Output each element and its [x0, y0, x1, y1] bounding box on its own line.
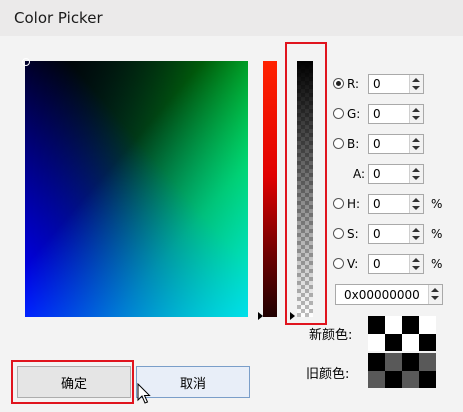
spinbox-v-value[interactable]: 0 [373, 257, 381, 271]
up-arrow-icon[interactable] [412, 228, 420, 232]
title-bar: Color Picker [0, 0, 463, 37]
checker-cell [368, 370, 385, 388]
ok-button-highlight [11, 360, 134, 404]
spinbox-h-value[interactable]: 0 [373, 197, 381, 211]
spinbox-v-arrows[interactable] [409, 255, 423, 273]
checker-cell [419, 353, 436, 371]
spinbox-r-value[interactable]: 0 [373, 77, 381, 91]
cancel-button-label: 取消 [179, 376, 206, 392]
checker-cell [419, 333, 436, 351]
spinbox-v[interactable]: 0 [368, 254, 424, 274]
channel-label-b: B: [347, 137, 360, 151]
spinbox-s-arrows[interactable] [409, 225, 423, 243]
hex-input-value[interactable]: 0x00000000 [344, 288, 420, 302]
checker-cell [402, 370, 419, 388]
hex-input-arrows[interactable] [428, 285, 442, 304]
up-arrow-icon[interactable] [412, 198, 420, 202]
spinbox-b-value[interactable]: 0 [373, 137, 381, 151]
unit-label-h: % [431, 197, 443, 211]
unit-label-s: % [431, 227, 443, 241]
spinbox-s-value[interactable]: 0 [373, 227, 381, 241]
alpha-slider-highlight [285, 42, 327, 325]
channel-row-v: V: 0 % [333, 254, 448, 275]
down-arrow-icon[interactable] [412, 266, 420, 270]
channel-row-r: R: 0 [333, 74, 448, 95]
radio-h[interactable] [333, 198, 344, 209]
channel-label-h: H: [347, 197, 361, 211]
window-title: Color Picker [14, 9, 103, 27]
up-arrow-icon[interactable] [412, 108, 420, 112]
down-arrow-icon[interactable] [412, 146, 420, 150]
channel-label-s: S: [347, 227, 359, 241]
hex-input[interactable]: 0x00000000 [335, 284, 443, 305]
spinbox-g-value[interactable]: 0 [373, 107, 381, 121]
new-color-label: 新颜色: [309, 328, 353, 343]
spinbox-h-arrows[interactable] [409, 195, 423, 213]
arrow-cursor-icon [137, 383, 151, 404]
up-arrow-icon[interactable] [412, 258, 420, 262]
hue-slider[interactable] [263, 61, 277, 317]
channel-label-a: A: [353, 167, 366, 181]
channel-label-g: G: [347, 107, 361, 121]
old-color-swatch [368, 353, 436, 388]
checker-cell [385, 353, 402, 371]
up-arrow-icon[interactable] [431, 288, 439, 292]
down-arrow-icon[interactable] [431, 296, 439, 300]
spinbox-s[interactable]: 0 [368, 224, 424, 244]
channel-row-s: S: 0 % [333, 224, 448, 245]
checker-cell [402, 316, 419, 334]
spinbox-a[interactable]: 0 [368, 164, 424, 184]
radio-g[interactable] [333, 108, 344, 119]
sv-gradient-highlight [25, 61, 248, 317]
spinbox-g-arrows[interactable] [409, 105, 423, 123]
down-arrow-icon[interactable] [412, 206, 420, 210]
channel-label-r: R: [347, 77, 360, 91]
down-arrow-icon[interactable] [412, 116, 420, 120]
unit-label-v: % [431, 257, 443, 271]
old-color-label: 旧颜色: [306, 367, 350, 382]
channel-row-g: G: 0 [333, 104, 448, 125]
channel-row-h: H: 0 % [333, 194, 448, 215]
spinbox-b[interactable]: 0 [368, 134, 424, 154]
checker-cell [368, 316, 385, 334]
spinbox-a-value[interactable]: 0 [373, 167, 381, 181]
down-arrow-icon[interactable] [412, 236, 420, 240]
up-arrow-icon[interactable] [412, 78, 420, 82]
spinbox-r[interactable]: 0 [368, 74, 424, 94]
spinbox-b-arrows[interactable] [409, 135, 423, 153]
channel-label-v: V: [347, 257, 359, 271]
radio-v[interactable] [333, 258, 344, 269]
radio-b[interactable] [333, 138, 344, 149]
spinbox-g[interactable]: 0 [368, 104, 424, 124]
new-color-swatch [368, 316, 436, 351]
checker-cell [385, 333, 402, 351]
spinbox-r-arrows[interactable] [409, 75, 423, 93]
up-arrow-icon[interactable] [412, 168, 420, 172]
spinbox-a-arrows[interactable] [409, 165, 423, 183]
channel-row-a: A: 0 [333, 164, 448, 185]
radio-r[interactable] [333, 78, 344, 89]
saturation-value-field[interactable] [25, 61, 248, 317]
cancel-button[interactable]: 取消 [136, 366, 250, 398]
down-arrow-icon[interactable] [412, 176, 420, 180]
up-arrow-icon[interactable] [412, 138, 420, 142]
down-arrow-icon[interactable] [412, 86, 420, 90]
hue-slider-marker[interactable] [258, 312, 263, 320]
channel-row-b: B: 0 [333, 134, 448, 155]
radio-s[interactable] [333, 228, 344, 239]
sv-picker-cursor[interactable] [22, 58, 30, 66]
spinbox-h[interactable]: 0 [368, 194, 424, 214]
